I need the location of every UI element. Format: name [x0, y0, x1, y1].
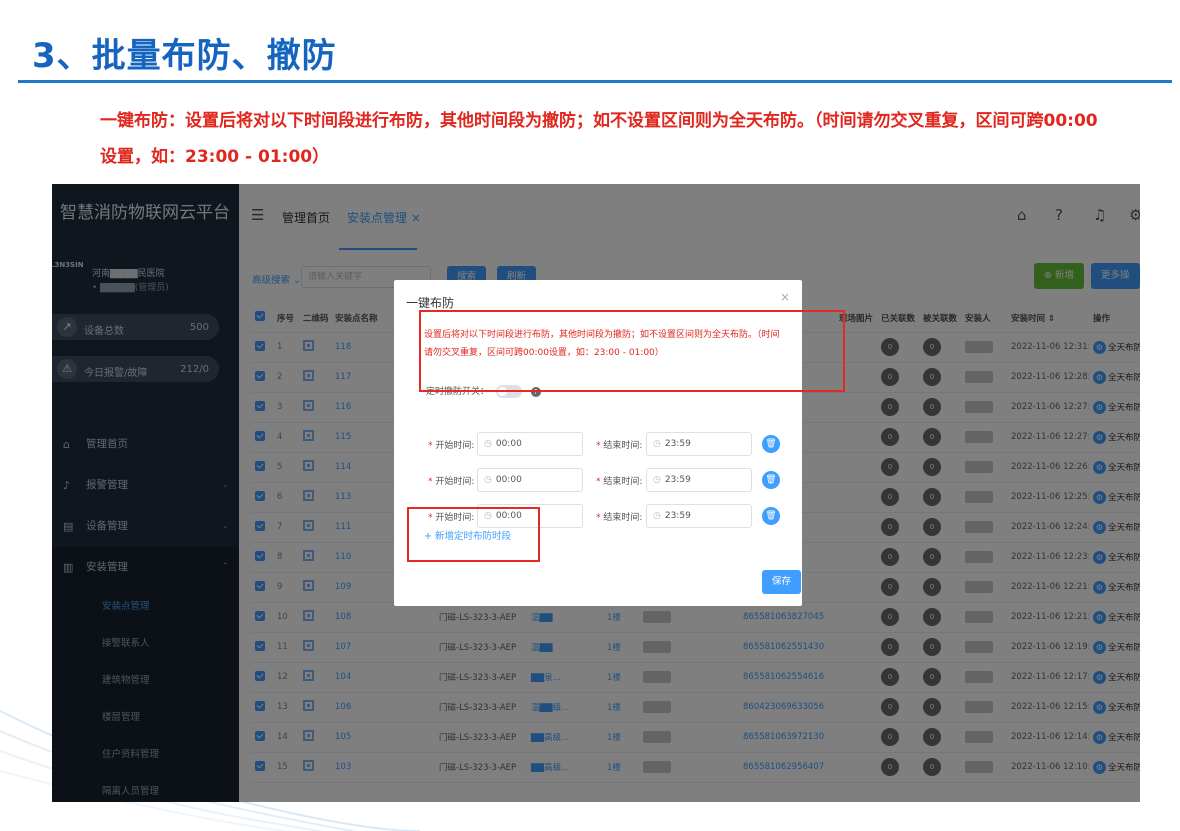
clock-icon: ◷ — [484, 439, 492, 449]
delete-icon[interactable]: 🗑 — [762, 435, 780, 453]
slide-description: 一键布防：设置后将对以下时间段进行布防，其他时间段为撤防；如不设置区间则为全天布… — [100, 111, 1098, 167]
dialog-title: 一键布防 — [406, 296, 455, 310]
time-range-row: * 开始时间: ◷ 00:00 * 结束时间: ◷ 23:59 🗑 — [394, 468, 802, 492]
end-time-value: 23:59 — [664, 439, 691, 449]
end-time-input[interactable]: ◷ 23:59 — [646, 468, 752, 492]
end-time-value: 23:59 — [664, 475, 691, 485]
clock-icon: ◷ — [484, 475, 492, 485]
end-time-label: * 结束时间: — [596, 438, 642, 451]
end-time-label: * 结束时间: — [596, 510, 642, 523]
clock-icon: ◷ — [653, 439, 661, 449]
add-range-highlight — [407, 507, 540, 562]
start-time-label: * 开始时间: — [428, 438, 474, 451]
title-divider — [18, 80, 1172, 83]
description-highlight — [419, 310, 845, 392]
end-time-input[interactable]: ◷ 23:59 — [646, 432, 752, 456]
start-time-input[interactable]: ◷ 00:00 — [477, 432, 583, 456]
end-time-label-text: 结束时间: — [603, 477, 643, 487]
start-time-value: 00:00 — [495, 475, 522, 485]
start-time-label-text: 开始时间: — [435, 477, 475, 487]
delete-icon[interactable]: 🗑 — [762, 471, 780, 489]
end-time-label-text: 结束时间: — [603, 441, 643, 451]
clock-icon: ◷ — [653, 511, 661, 521]
start-time-value: 00:00 — [495, 439, 522, 449]
start-time-label-text: 开始时间: — [435, 441, 475, 451]
save-button[interactable]: 保存 — [762, 570, 802, 594]
time-range-row: * 开始时间: ◷ 00:00 * 结束时间: ◷ 23:59 🗑 — [394, 432, 802, 456]
slide-title: 3、批量布防、撤防 — [32, 36, 337, 76]
clock-icon: ◷ — [653, 475, 661, 485]
close-icon[interactable]: × — [780, 290, 790, 304]
start-time-input[interactable]: ◷ 00:00 — [477, 468, 583, 492]
end-time-input[interactable]: ◷ 23:59 — [646, 504, 752, 528]
app-screenshot: 智慧消防物联网云平台 L3N3SIN 河南▇▇▇▇民医院 • ▇▇▇▇▇(管理员… — [52, 184, 1140, 802]
start-time-label: * 开始时间: — [428, 474, 474, 487]
delete-icon[interactable]: 🗑 — [762, 507, 780, 525]
end-time-label: * 结束时间: — [596, 474, 642, 487]
end-time-value: 23:59 — [664, 511, 691, 521]
end-time-label-text: 结束时间: — [603, 513, 643, 523]
